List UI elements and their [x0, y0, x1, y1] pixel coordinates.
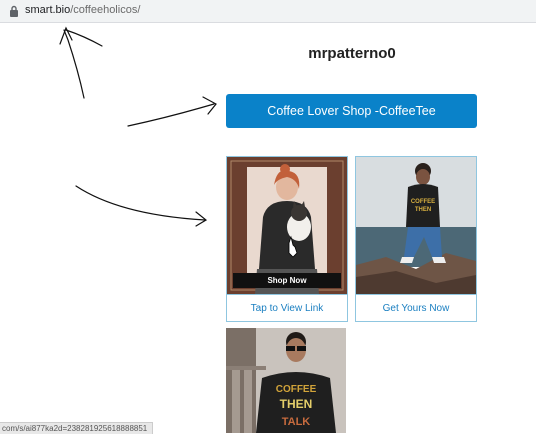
man-on-rocks-photo: COFFEE THEN [356, 157, 476, 294]
shirt-text-line-1: COFFEE [276, 384, 317, 395]
link-card-shop[interactable]: Shop Now Tap to View Link [226, 156, 348, 322]
coffee-shop-link-button[interactable]: Coffee Lover Shop -CoffeeTee [226, 94, 477, 128]
link-card-coffee-shirt[interactable]: COFFEE THEN TALK [226, 328, 348, 433]
svg-text:THEN: THEN [415, 207, 431, 213]
coffee-shop-link-label: Coffee Lover Shop -CoffeeTee [267, 104, 436, 118]
shirt-text-line-2: THEN [280, 397, 313, 411]
url-path: /coffeeholicos/ [70, 4, 141, 16]
url-text[interactable]: smart.bio/coffeeholicos/ [25, 3, 140, 17]
link-card-get-yours[interactable]: COFFEE THEN Get Yours Now [355, 156, 477, 322]
url-host: smart.bio [25, 4, 71, 16]
svg-text:COFFEE: COFFEE [411, 199, 435, 205]
profile-username: mrpatterno0 [308, 45, 396, 62]
man-in-coffee-shirt-photo: COFFEE THEN TALK [226, 328, 346, 433]
card-caption[interactable]: Get Yours Now [356, 294, 476, 321]
address-bar[interactable]: smart.bio/coffeeholicos/ [0, 0, 536, 23]
lock-icon [10, 5, 18, 17]
woman-with-cat-photo: Shop Now [227, 157, 347, 294]
shirt-text-line-3: TALK [282, 416, 311, 428]
status-bar-url: com/s/ai877ka2d=238281925618888851 [0, 422, 153, 434]
card-caption[interactable]: Tap to View Link [227, 294, 347, 321]
shop-now-badge: Shop Now [233, 273, 341, 288]
